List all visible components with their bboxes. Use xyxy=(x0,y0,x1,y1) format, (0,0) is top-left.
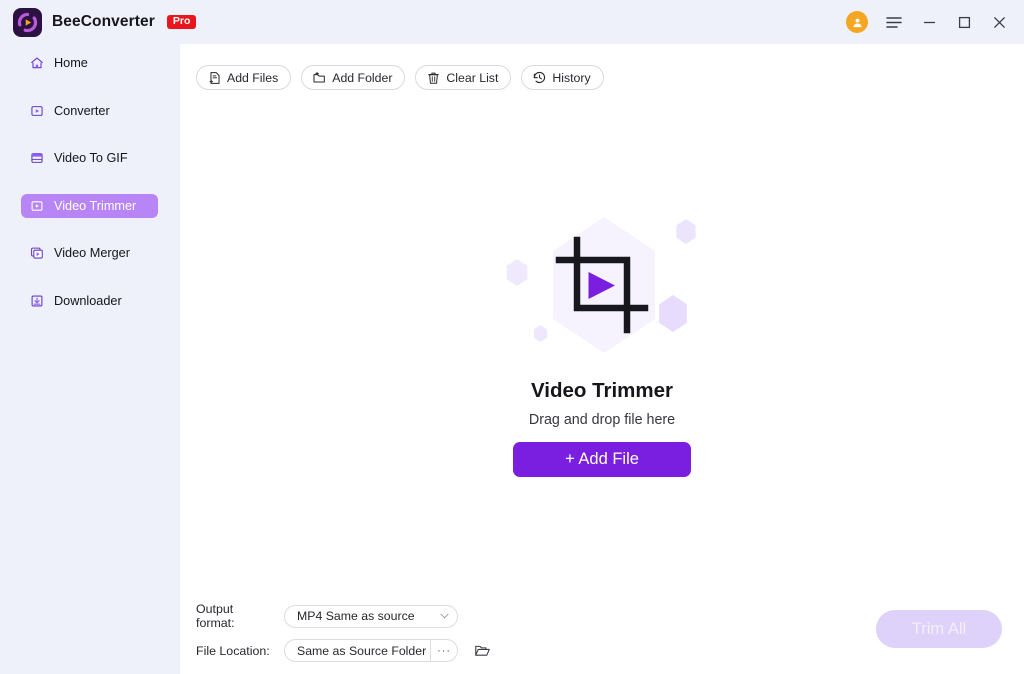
pro-badge: Pro xyxy=(166,14,197,30)
add-folder-button[interactable]: Add Folder xyxy=(301,65,406,90)
sidebar-item-video-trimmer-wrap: Video Trimmer xyxy=(0,193,180,218)
output-format-value: MP4 Same as source xyxy=(297,609,415,623)
sidebar-item-label: Home xyxy=(54,56,88,70)
home-icon xyxy=(29,56,44,71)
sidebar-item-video-to-gif[interactable]: Video To GIF xyxy=(21,146,158,170)
sidebar-item-home[interactable]: Home xyxy=(21,51,158,75)
add-folder-icon xyxy=(312,70,327,85)
converter-icon xyxy=(29,103,44,118)
crop-frame-icon xyxy=(555,236,649,334)
downloader-icon xyxy=(29,293,44,308)
sidebar-item-converter-wrap: Converter xyxy=(0,99,180,123)
video-trimmer-icon xyxy=(29,198,44,213)
browse-dots-button[interactable]: ··· xyxy=(430,640,457,661)
maximize-icon[interactable] xyxy=(955,13,973,31)
app-window: BeeConverter Pro Home Converter Video To… xyxy=(0,0,1024,674)
drop-zone-subtitle: Drag and drop file here xyxy=(528,412,676,428)
output-format-label: Output format: xyxy=(196,602,235,630)
sidebar-item-label: Video Merger xyxy=(54,246,130,260)
main-content: Add Files Add Folder Clear List History … xyxy=(180,44,1024,674)
hex-deco-right xyxy=(659,295,687,332)
clear-list-button[interactable]: Clear List xyxy=(415,65,512,90)
add-files-button[interactable]: Add Files xyxy=(196,65,292,90)
tool-btn-label: Clear List xyxy=(446,70,499,85)
video-crop-trim-illustration xyxy=(497,209,707,361)
tool-btn-label: Add Folder xyxy=(332,70,393,85)
sidebar: Home Converter Video To GIF Video Trimme… xyxy=(0,44,180,674)
logo-glyph xyxy=(17,12,38,32)
sidebar-item-video-merger[interactable]: Video Merger xyxy=(21,241,158,265)
sidebar-item-label: Video To GIF xyxy=(54,151,128,165)
sidebar-item-label: Video Trimmer xyxy=(54,198,137,213)
file-location-field[interactable]: Same as Source Folder ··· xyxy=(284,639,458,662)
footer-bar: Output format: MP4 Same as source File L… xyxy=(180,590,1024,674)
video-to-gif-icon xyxy=(29,151,44,166)
video-merger-icon xyxy=(29,246,44,261)
sidebar-item-label: Downloader xyxy=(54,293,122,308)
sidebar-item-video-to-gif-wrap: Video To GIF xyxy=(0,146,180,170)
trash-icon xyxy=(426,70,441,85)
history-button[interactable]: History xyxy=(521,65,604,90)
app-brand: BeeConverter Pro xyxy=(13,7,197,37)
sidebar-item-video-merger-wrap: Video Merger xyxy=(0,241,180,265)
title-bar: BeeConverter Pro xyxy=(0,0,1024,44)
toolbar: Add Files Add Folder Clear List History xyxy=(180,44,1024,90)
hex-deco-top-right xyxy=(676,219,696,244)
footer-settings: Output format: MP4 Same as source File L… xyxy=(196,602,492,662)
minimize-icon[interactable] xyxy=(920,13,938,31)
sidebar-item-downloader[interactable]: Downloader xyxy=(21,289,158,313)
app-body: Home Converter Video To GIF Video Trimme… xyxy=(0,44,1024,674)
sidebar-item-downloader-wrap: Downloader xyxy=(0,289,180,313)
output-format-select[interactable]: MP4 Same as source xyxy=(284,604,458,628)
sidebar-item-converter[interactable]: Converter xyxy=(21,99,158,123)
add-file-button[interactable]: + Add File xyxy=(513,442,691,477)
hex-deco-left xyxy=(506,259,528,286)
sidebar-item-video-trimmer[interactable]: Video Trimmer xyxy=(21,193,158,218)
chevron-down-icon xyxy=(440,611,449,621)
hamburger-menu-icon[interactable] xyxy=(885,13,903,31)
drop-zone[interactable]: Video Trimmer Drag and drop file here + … xyxy=(180,90,1024,674)
close-icon[interactable] xyxy=(990,13,1008,31)
hex-deco-bottom xyxy=(534,325,547,342)
file-location-label: File Location: xyxy=(196,643,270,658)
app-title: BeeConverter xyxy=(52,13,155,30)
open-folder-icon[interactable] xyxy=(472,641,492,661)
file-location-row: File Location: Same as Source Folder ··· xyxy=(196,639,492,662)
file-location-value: Same as Source Folder xyxy=(297,643,427,658)
tool-btn-label: History xyxy=(552,70,591,85)
add-files-icon xyxy=(207,70,222,85)
bee-converter-logo xyxy=(13,7,42,37)
output-format-row: Output format: MP4 Same as source xyxy=(196,602,492,630)
window-controls xyxy=(846,11,1012,33)
sidebar-item-home-wrap: Home xyxy=(0,51,180,75)
trim-all-button[interactable]: Trim All xyxy=(876,610,1002,648)
drop-zone-title: Video Trimmer xyxy=(530,379,674,402)
sidebar-item-label: Converter xyxy=(54,103,110,118)
tool-btn-label: Add Files xyxy=(227,70,279,85)
user-avatar-icon[interactable] xyxy=(846,11,868,33)
history-clock-icon xyxy=(532,70,547,85)
